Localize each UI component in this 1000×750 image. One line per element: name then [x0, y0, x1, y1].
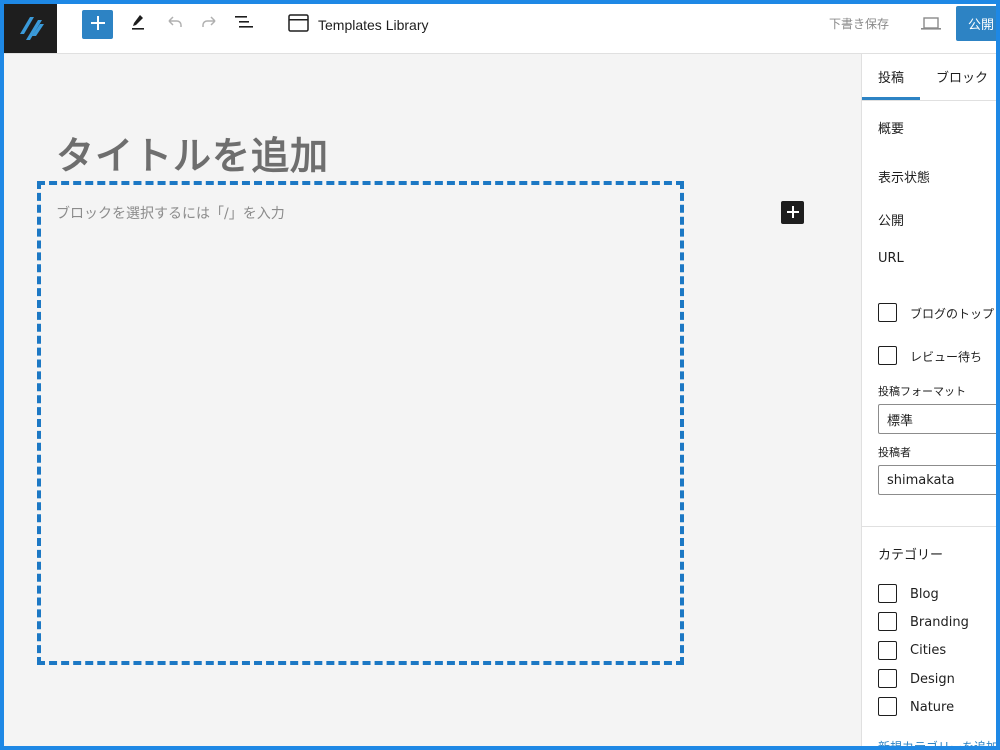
undo-icon: [166, 13, 184, 35]
site-logo-icon: [14, 12, 48, 46]
post-format-value: 標準: [887, 413, 914, 429]
browser-window-icon: [288, 14, 310, 36]
url-label[interactable]: URL: [878, 251, 904, 266]
post-title-input[interactable]: タイトルを追加: [56, 125, 329, 180]
plus-icon: [90, 15, 105, 34]
author-label: 投稿者: [878, 446, 911, 459]
list-view-icon: [234, 13, 254, 35]
site-logo[interactable]: [4, 4, 57, 53]
pending-review-label: レビュー待ち: [910, 350, 983, 364]
section-divider: [862, 526, 1000, 527]
add-block-button[interactable]: [82, 10, 113, 39]
blog-top-label: ブログのトップ: [910, 307, 995, 321]
category-checkbox-branding[interactable]: [878, 612, 897, 631]
tab-block[interactable]: ブロック: [936, 67, 988, 86]
add-new-category-link[interactable]: 新規カテゴリーを追加: [878, 738, 998, 750]
author-value: shimakata: [887, 472, 955, 488]
category-checkbox-design[interactable]: [878, 669, 897, 688]
tools-button[interactable]: [128, 14, 148, 34]
document-title: Templates Library: [318, 17, 429, 33]
inserter-plus-icon: [786, 203, 799, 222]
redo-button[interactable]: [199, 14, 219, 34]
sidebar-tabs: 投稿 ブロック: [862, 54, 1000, 101]
desktop-preview-icon: [921, 16, 941, 35]
save-draft-button[interactable]: 下書き保存: [829, 15, 889, 32]
tab-post[interactable]: 投稿: [878, 67, 904, 86]
blog-top-checkbox[interactable]: [878, 303, 897, 322]
publish-label[interactable]: 公開: [878, 210, 904, 229]
settings-sidebar: 投稿 ブロック 概要 表示状態 公開 URL ブログのトップ レビュー待ち 投稿…: [861, 54, 1000, 750]
publish-button[interactable]: 公開: [956, 6, 1000, 41]
pen-icon: [129, 13, 147, 35]
category-label-cities: Cities: [910, 643, 947, 658]
block-content-area: [37, 181, 684, 665]
active-tab-indicator: [862, 97, 920, 100]
summary-heading[interactable]: 概要: [878, 118, 904, 137]
categories-heading[interactable]: カテゴリー: [878, 544, 943, 563]
category-label-design: Design: [910, 672, 955, 687]
editor-header: Templates Library 下書き保存 公開: [0, 0, 1000, 54]
block-placeholder[interactable]: ブロックを選択するには「/」を入力: [56, 203, 285, 223]
undo-button[interactable]: [165, 14, 185, 34]
category-label-branding: Branding: [910, 615, 969, 630]
category-checkbox-cities[interactable]: [878, 641, 897, 660]
author-select[interactable]: shimakata: [878, 465, 1000, 495]
category-checkbox-blog[interactable]: [878, 584, 897, 603]
category-label-blog: Blog: [910, 587, 939, 602]
block-inserter-button[interactable]: [781, 201, 804, 224]
post-format-label: 投稿フォーマット: [878, 385, 966, 398]
preview-button[interactable]: [921, 16, 941, 35]
post-format-select[interactable]: 標準: [878, 404, 1000, 434]
category-label-nature: Nature: [910, 700, 955, 715]
visibility-label[interactable]: 表示状態: [878, 167, 930, 186]
document-bar[interactable]: Templates Library: [288, 14, 429, 36]
redo-icon: [200, 13, 218, 35]
category-checkbox-nature[interactable]: [878, 697, 897, 716]
list-view-button[interactable]: [234, 14, 254, 34]
pending-review-checkbox[interactable]: [878, 346, 897, 365]
